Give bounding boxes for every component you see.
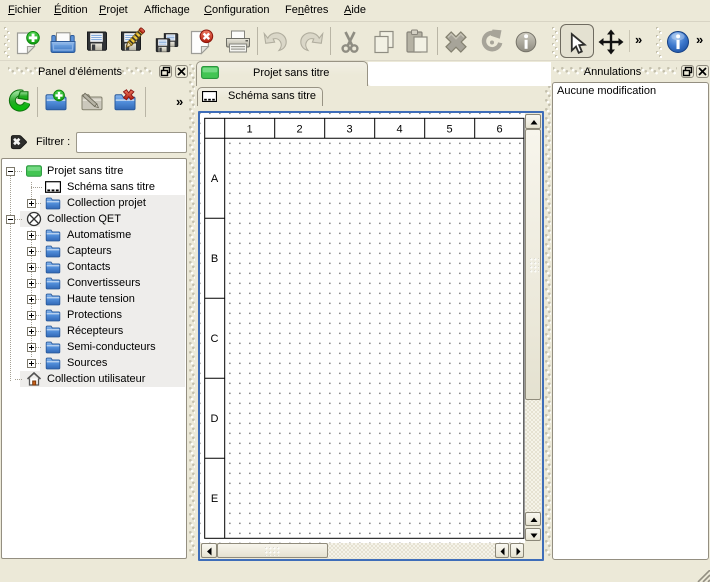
svg-text:2: 2 [296,124,302,136]
svg-text:B: B [210,253,217,265]
svg-text:6: 6 [496,124,502,136]
svg-text:5: 5 [446,124,452,136]
svg-text:D: D [210,413,218,425]
svg-text:A: A [210,173,218,185]
svg-text:C: C [210,333,218,345]
svg-text:3: 3 [346,124,352,136]
svg-text:4: 4 [396,124,402,136]
svg-text:1: 1 [246,124,252,136]
svg-text:E: E [210,493,217,505]
